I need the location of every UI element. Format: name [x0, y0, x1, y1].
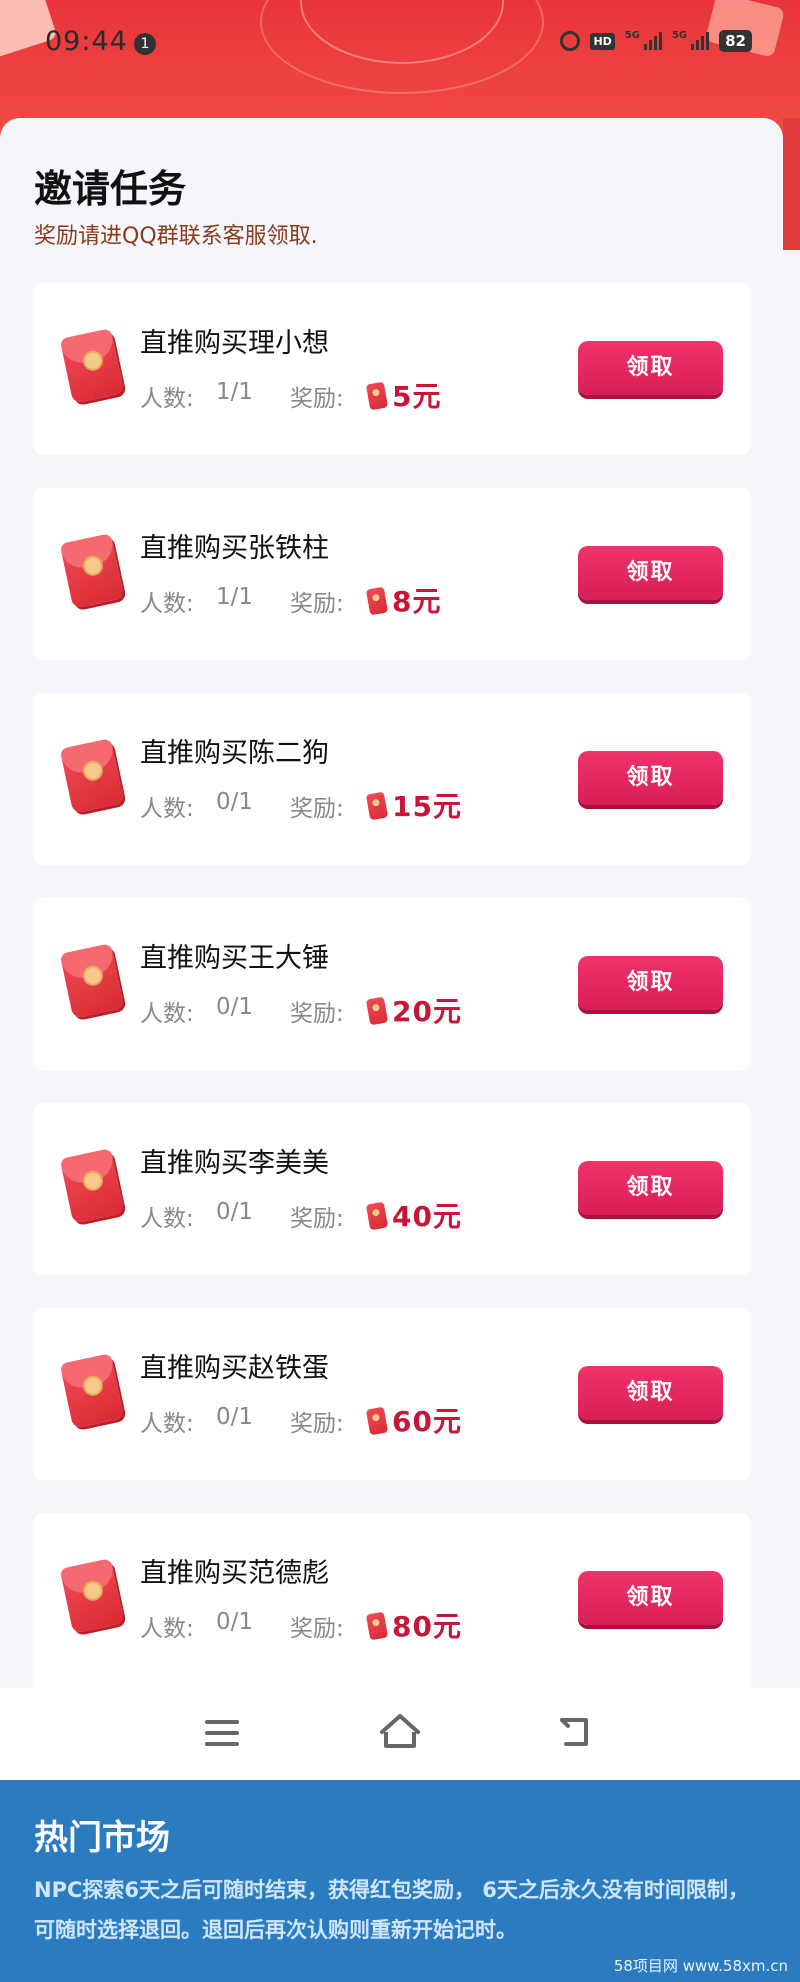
task-count-label: 人数: — [140, 796, 194, 822]
home-icon[interactable] — [378, 1712, 422, 1750]
header-edge-decoration — [783, 118, 800, 248]
reward-envelope-icon — [365, 791, 389, 821]
task-name: 直推购买理小想 — [140, 328, 329, 359]
claim-button[interactable]: 领取 — [578, 1366, 723, 1420]
task-card: 直推购买张铁柱 人数: 1/1 奖励: 8元 领取 — [34, 488, 750, 660]
back-icon[interactable] — [556, 1714, 596, 1750]
red-envelope-icon — [59, 1148, 125, 1224]
red-envelope-icon — [59, 738, 125, 814]
task-card: 直推购买赵铁蛋 人数: 0/1 奖励: 60元 领取 — [34, 1308, 750, 1480]
claim-button[interactable]: 领取 — [578, 751, 723, 805]
task-reward-value: 5元 — [392, 380, 442, 413]
task-reward-label: 奖励: — [290, 591, 344, 617]
task-reward-value: 15元 — [392, 790, 462, 823]
menu-icon[interactable] — [205, 1720, 239, 1746]
battery-icon: 82 — [719, 30, 752, 52]
task-reward-value: 60元 — [392, 1405, 462, 1438]
hot-market-description: NPC探索6天之后可随时结束，获得红包奖励， 6天之后永久没有时间限制，可随时选… — [34, 1878, 749, 1942]
task-name: 直推购买陈二狗 — [140, 738, 329, 769]
claim-button[interactable]: 领取 — [578, 341, 723, 395]
signal-icon — [691, 32, 710, 50]
watermark: 58项目网 www.58xm.cn — [613, 1957, 788, 1975]
claim-button[interactable]: 领取 — [578, 1161, 723, 1215]
task-name: 直推购买赵铁蛋 — [140, 1353, 329, 1384]
notification-badge: 1 — [134, 33, 156, 55]
task-reward-value: 20元 — [392, 995, 462, 1028]
task-count-value: 0/1 — [216, 1609, 254, 1635]
reward-envelope-icon — [365, 381, 389, 411]
reward-envelope-icon — [365, 586, 389, 616]
invite-task-panel: 邀请任务 奖励请进QQ群联系客服领取. 直推购买理小想 人数: 1/1 奖励: … — [0, 118, 783, 1688]
alarm-icon — [560, 31, 581, 51]
task-count-value: 0/1 — [216, 1199, 254, 1225]
status-icons: HD 5G 5G 82 — [560, 30, 752, 52]
task-count-value: 0/1 — [216, 1404, 254, 1430]
page-subtitle: 奖励请进QQ群联系客服领取. — [34, 224, 318, 249]
task-card: 直推购买理小想 人数: 1/1 奖励: 5元 领取 — [34, 283, 750, 455]
network-type-label: 5G — [624, 29, 640, 41]
task-count-value: 0/1 — [216, 789, 254, 815]
claim-button[interactable]: 领取 — [578, 956, 723, 1010]
task-count-label: 人数: — [140, 591, 194, 617]
task-reward-label: 奖励: — [290, 386, 344, 412]
task-card: 直推购买范德彪 人数: 0/1 奖励: 80元 领取 — [34, 1513, 750, 1688]
task-count-value: 1/1 — [216, 379, 254, 405]
task-card: 直推购买王大锤 人数: 0/1 奖励: 20元 领取 — [34, 898, 750, 1070]
task-reward-label: 奖励: — [290, 1001, 344, 1027]
reward-envelope-icon — [365, 1201, 389, 1231]
page-title: 邀请任务 — [34, 167, 187, 211]
task-count-value: 0/1 — [216, 994, 254, 1020]
reward-envelope-icon — [365, 1611, 389, 1641]
red-envelope-icon — [59, 1558, 125, 1634]
task-card: 直推购买李美美 人数: 0/1 奖励: 40元 领取 — [34, 1103, 750, 1275]
task-count-label: 人数: — [140, 1616, 194, 1642]
task-count-value: 1/1 — [216, 584, 254, 610]
system-navigation-bar — [0, 1688, 800, 1780]
task-count-label: 人数: — [140, 386, 194, 412]
reward-envelope-icon — [365, 1406, 389, 1436]
task-reward-label: 奖励: — [290, 1206, 344, 1232]
red-envelope-icon — [59, 533, 125, 609]
hot-market-title: 热门市场 — [34, 1818, 170, 1858]
red-envelope-icon — [59, 1353, 125, 1429]
claim-button[interactable]: 领取 — [578, 1571, 723, 1625]
signal-icon — [643, 32, 662, 50]
task-count-label: 人数: — [140, 1206, 194, 1232]
task-reward-label: 奖励: — [290, 796, 344, 822]
network-type-label: 5G — [671, 29, 688, 41]
status-time: 09:44 — [45, 26, 128, 57]
reward-envelope-icon — [365, 996, 389, 1026]
task-reward-value: 40元 — [392, 1200, 462, 1233]
task-name: 直推购买范德彪 — [140, 1558, 329, 1589]
red-envelope-icon — [59, 943, 125, 1019]
task-reward-label: 奖励: — [290, 1616, 344, 1642]
hot-market-section: 热门市场 NPC探索6天之后可随时结束，获得红包奖励， 6天之后永久没有时间限制… — [0, 1780, 800, 1982]
red-envelope-icon — [59, 328, 125, 404]
status-bar: 09:44 1 HD 5G 5G 82 — [0, 0, 800, 90]
task-reward-value: 8元 — [392, 585, 442, 618]
hd-icon: HD — [590, 32, 615, 50]
task-count-label: 人数: — [140, 1001, 194, 1027]
task-name: 直推购买张铁柱 — [140, 533, 329, 564]
task-name: 直推购买王大锤 — [140, 943, 329, 974]
claim-button[interactable]: 领取 — [578, 546, 723, 600]
task-card: 直推购买陈二狗 人数: 0/1 奖励: 15元 领取 — [34, 693, 750, 865]
task-count-label: 人数: — [140, 1411, 194, 1437]
task-reward-value: 80元 — [392, 1610, 462, 1643]
task-name: 直推购买李美美 — [140, 1148, 329, 1179]
task-reward-label: 奖励: — [290, 1411, 344, 1437]
